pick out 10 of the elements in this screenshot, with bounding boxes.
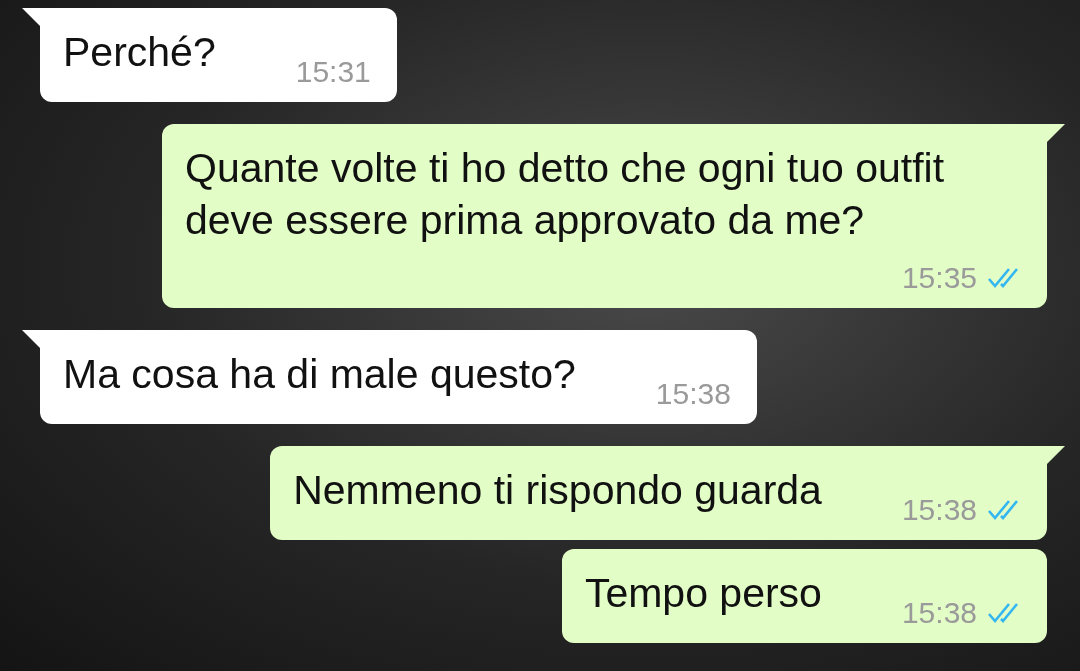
message-time: 15:38 bbox=[901, 492, 977, 528]
message-time: 15:35 bbox=[901, 260, 977, 296]
message-text: Ma cosa ha di male questo? bbox=[63, 350, 576, 399]
message-text: Nemmeno ti rispondo guarda bbox=[293, 466, 822, 515]
message-text: Perché? bbox=[63, 28, 216, 77]
message-time: 15:31 bbox=[295, 54, 371, 90]
message-text: Tempo perso bbox=[584, 569, 822, 618]
message-time: 15:38 bbox=[901, 595, 977, 631]
message-time: 15:38 bbox=[655, 376, 731, 412]
message-text: Quante volte ti ho detto che ogni tuo outfit deve essere prima approvato da me? bbox=[185, 144, 946, 245]
